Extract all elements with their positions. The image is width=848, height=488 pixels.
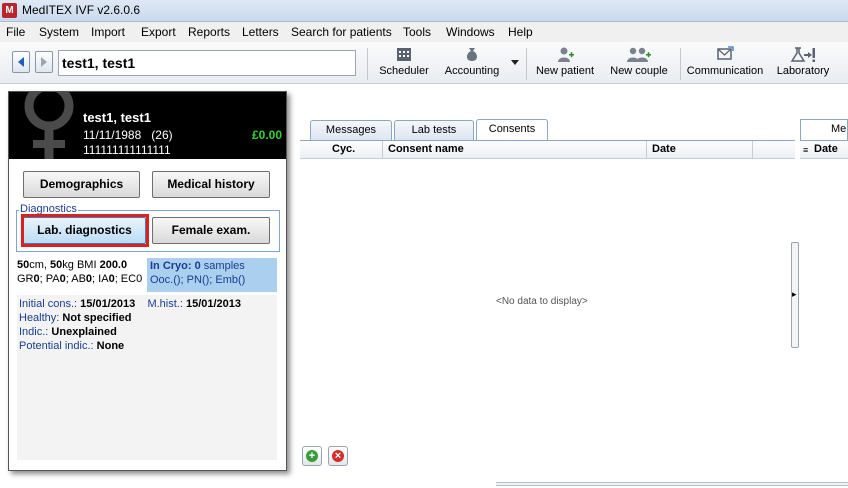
toolbar: test1, test1 Scheduler Accounting New pa… xyxy=(0,42,848,84)
title-bar: M MedITEX IVF v2.6.0.6 xyxy=(0,0,848,22)
cryo-line-2: Ooc.(); PN(); Emb() xyxy=(150,274,246,286)
column-separator xyxy=(382,141,383,159)
female-exam-button[interactable]: Female exam. xyxy=(152,217,270,244)
column-separator xyxy=(752,141,753,159)
new-patient-label: New patient xyxy=(535,65,595,77)
female-symbol-icon xyxy=(24,92,74,159)
right-grid-header: ≡ Date xyxy=(800,141,848,159)
cryo-summary[interactable]: In Cryo: 0 samples Ooc.(); PN(); Emb() xyxy=(147,258,277,292)
menu-file[interactable]: File xyxy=(6,25,25,39)
potential-indication-row: Potential indic.: None xyxy=(19,340,125,352)
toolbar-separator xyxy=(367,48,368,80)
menu-import[interactable]: Import xyxy=(91,25,125,39)
communication-icon xyxy=(717,46,734,60)
delete-consent-button[interactable]: × xyxy=(328,446,348,466)
toolbar-separator xyxy=(680,48,681,80)
menu-system[interactable]: System xyxy=(39,25,79,39)
patient-dob: 11/11/1988 (26) xyxy=(83,128,173,142)
patient-age: (26) xyxy=(151,128,173,142)
metrics-line-1: 50cm, 50kg BMI 200.0 xyxy=(17,259,128,271)
patient-id: 111111111111111 xyxy=(83,143,171,157)
demographics-button[interactable]: Demographics xyxy=(23,171,140,198)
couple-add-icon xyxy=(627,47,651,62)
new-couple-label: New couple xyxy=(610,65,668,77)
tab-messages[interactable]: Messages xyxy=(310,120,392,140)
menu-letters[interactable]: Letters xyxy=(242,25,279,39)
communication-button[interactable]: Communication xyxy=(686,46,764,82)
menu-windows[interactable]: Windows xyxy=(446,25,495,39)
menu-search-for-patients[interactable]: Search for patients xyxy=(291,25,392,39)
column-chooser-icon[interactable]: ≡ xyxy=(803,145,808,155)
menu-bar: File System Import Export Reports Letter… xyxy=(0,22,848,42)
initial-cons-row: Initial cons.: 15/01/2013 M.hist.: 15/01… xyxy=(19,298,242,310)
panel-splitter[interactable]: ▸ xyxy=(791,242,799,348)
plus-icon: + xyxy=(306,450,318,462)
person-add-icon xyxy=(558,47,574,62)
patient-balance: £0.00 xyxy=(251,128,282,142)
add-consent-button[interactable]: + xyxy=(302,446,322,466)
metrics-line-2: GR0; PA0; AB0; IA0; EC0 xyxy=(17,273,143,285)
tab-consents[interactable]: Consents xyxy=(476,119,548,140)
right-panel-tab[interactable]: Me xyxy=(800,119,848,140)
menu-export[interactable]: Export xyxy=(141,25,176,39)
back-button[interactable] xyxy=(12,51,30,73)
column-date[interactable]: Date xyxy=(652,143,676,155)
accounting-dropdown-button[interactable] xyxy=(508,46,522,82)
scheduler-label: Scheduler xyxy=(379,65,429,77)
chevron-right-icon: ▸ xyxy=(792,289,797,299)
accounting-label: Accounting xyxy=(444,65,500,77)
scheduler-button[interactable]: Scheduler xyxy=(376,46,432,82)
meditex-logo-icon: M xyxy=(2,3,17,18)
menu-help[interactable]: Help xyxy=(508,25,533,39)
horizontal-scrollbar[interactable] xyxy=(496,482,848,486)
cryo-line-1: In Cryo: 0 samples xyxy=(150,260,245,272)
menu-tools[interactable]: Tools xyxy=(403,25,431,39)
money-bag-icon xyxy=(467,48,477,61)
column-separator xyxy=(646,141,647,159)
indication-row: Indic.: Unexplained xyxy=(19,326,117,338)
patient-card-header: test1, test1 11/11/1988 (26) 11111111111… xyxy=(9,92,286,159)
communication-label: Communication xyxy=(686,65,764,77)
menu-reports[interactable]: Reports xyxy=(188,25,230,39)
close-icon: × xyxy=(332,450,344,462)
consents-grid-header: Cyc. Consent name Date xyxy=(300,141,795,159)
healthy-row: Healthy: Not specified xyxy=(19,312,132,324)
chevron-down-icon xyxy=(511,60,519,65)
flask-alert-icon xyxy=(790,47,815,62)
empty-grid-message: <No data to display> xyxy=(496,296,588,307)
column-cyc[interactable]: Cyc. xyxy=(332,143,355,155)
tab-lab-tests[interactable]: Lab tests xyxy=(394,120,474,140)
column-consent-name[interactable]: Consent name xyxy=(388,143,464,155)
forward-button[interactable] xyxy=(35,51,53,73)
toolbar-separator xyxy=(526,48,527,80)
patient-info-panel: Initial cons.: 15/01/2013 M.hist.: 15/01… xyxy=(17,295,277,460)
new-patient-button[interactable]: New patient xyxy=(534,46,596,82)
accounting-button[interactable]: Accounting xyxy=(440,46,504,82)
patient-name-field[interactable]: test1, test1 xyxy=(58,50,356,76)
patient-metrics: 50cm, 50kg BMI 200.0 GR0; PA0; AB0; IA0;… xyxy=(17,258,147,292)
medical-history-button[interactable]: Medical history xyxy=(152,171,270,198)
patient-dob-value: 11/11/1988 xyxy=(83,128,142,142)
new-couple-button[interactable]: New couple xyxy=(606,46,672,82)
arrow-left-icon xyxy=(18,57,24,67)
laboratory-label: Laboratory xyxy=(776,65,830,77)
laboratory-button[interactable]: Laboratory xyxy=(772,46,834,82)
highlight-box xyxy=(21,214,149,247)
calendar-grid-icon xyxy=(397,48,411,61)
patient-card: test1, test1 11/11/1988 (26) 11111111111… xyxy=(8,91,287,471)
right-column-date[interactable]: Date xyxy=(814,143,838,155)
window-title: MedITEX IVF v2.6.0.6 xyxy=(22,3,141,17)
patient-name: test1, test1 xyxy=(83,110,151,125)
arrow-right-icon xyxy=(41,57,47,67)
